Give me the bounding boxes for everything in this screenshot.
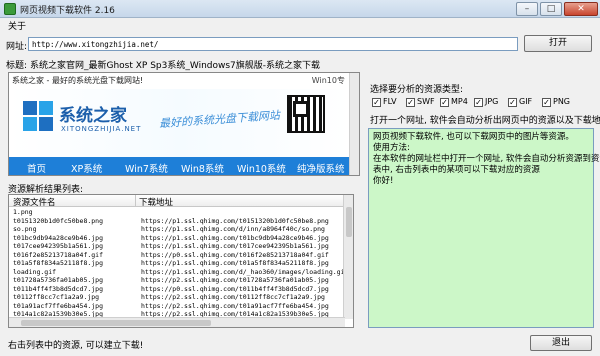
row-filename: t017cee942395b1a561.jpg (13, 242, 104, 250)
site-logo-subtext: XITONGZHIJIA.NET (61, 125, 142, 133)
checkbox-flv[interactable]: ✓ FLV (372, 97, 397, 107)
site-logo-icon (23, 101, 53, 131)
row-filename: t01728a5736fa01ab05.jpg (13, 276, 104, 284)
row-url: https://p2.ssl.qhimg.com/t01728a5736fa01… (141, 276, 329, 284)
close-button[interactable]: ✕ (564, 2, 598, 16)
exit-button[interactable]: 退出 (530, 335, 592, 351)
row-filename: 1.png (13, 208, 33, 216)
table-row[interactable]: t0112ff8cc7cf1a2a9.jpg https://p2.ssl.qhi… (9, 293, 345, 302)
site-navbar: 首页 XP系统 Win7系统 Win8系统 Win10系统 纯净版系统 (9, 157, 351, 175)
window-titlebar: 网页视频下载软件 2.16 – □ ✕ (0, 0, 600, 18)
status-hint: 右击列表中的资源, 可以建立下载! (8, 341, 144, 351)
site-header-text: 系统之家 - 最好的系统光盘下载网站! (12, 76, 144, 85)
site-slogan: 最好的系统光盘下载网站 (158, 108, 281, 131)
col-filename[interactable]: 资源文件名 (13, 196, 56, 208)
row-url: https://p2.ssl.qhimg.com/t0112ff8cc7cf1a… (141, 293, 325, 301)
help-textarea[interactable]: 网页视频下载软件, 也可以下载网页中的图片等资源。 使用方法: 在本软件的网址栏… (368, 128, 600, 328)
results-header: 资源文件名 下载地址 (9, 195, 353, 208)
table-row[interactable]: t01728a5736fa01ab05.jpg https://p2.ssl.qh… (9, 276, 345, 285)
checkbox-swf[interactable]: ✓ SWF (406, 97, 435, 107)
table-row[interactable]: t011b4ff4f3b8d5dcd7.jpg https://p0.ssl.qh… (9, 285, 345, 294)
table-row[interactable]: 1.png (9, 208, 345, 217)
table-row[interactable]: t01a5f8f834a52118f8.jpg https://p1.ssl.qh… (9, 259, 345, 268)
results-rows: 1.png t0151320b1d0fc50be8.png https://p1.s… (9, 208, 345, 328)
row-url: https://p1.ssl.qhimg.com/d/_hao360/image… (141, 267, 345, 276)
site-logo-text: 系统之家 (59, 106, 127, 126)
page-title-value: 系统之家官网_最新Ghost XP Sp3系统_Windows7旗舰版-系统之家… (30, 61, 321, 71)
app-icon (4, 3, 16, 15)
row-url: https://p1.ssl.qhimg.com/t01a5f8f834a521… (141, 259, 329, 267)
site-nav-home[interactable]: 首页 (27, 161, 46, 175)
help-line: 你好! (373, 176, 394, 186)
row-filename: t017a74b9d9f080fde.jpg (13, 327, 99, 328)
results-hscrollbar[interactable] (9, 317, 345, 327)
window-title: 网页视频下载软件 2.16 (20, 6, 115, 16)
table-row[interactable]: t017cee942395b1a561.jpg https://p1.ssl.qh… (9, 242, 345, 251)
help-line: 使用方法: (373, 143, 410, 153)
row-filename: t011b4ff4f3b8d5dcd7.jpg (13, 284, 104, 293)
minimize-button[interactable]: – (516, 2, 538, 16)
row-url: https://p0.ssl.qhimg.com/t016f2e85213718… (141, 250, 329, 259)
checkbox-png[interactable]: ✓ PNG (542, 97, 570, 107)
row-filename: t01bc9db94a28ce9b46.jpg (13, 233, 104, 242)
results-vscrollbar[interactable] (343, 195, 353, 319)
help-line: 表中, 右击列表中的某项可以下载对应的资源 (373, 165, 540, 175)
checkbox-mp4[interactable]: ✓ MP4 (440, 97, 468, 107)
help-line: 网页视频下载软件, 也可以下载网页中的图片等资源。 (373, 132, 574, 142)
status-bar: 右击列表中的资源, 可以建立下载! 退出 (0, 334, 600, 356)
site-banner: 系统之家 XITONGZHIJIA.NET 最好的系统光盘下载网站 (9, 89, 351, 157)
table-row[interactable]: t01bc9db94a28ce9b46.jpg https://p1.ssl.qh… (9, 234, 345, 243)
menu-bar: 关于 (0, 18, 600, 32)
site-nav-win10[interactable]: Win10系统 (237, 161, 286, 175)
table-row[interactable]: loading.gif https://p1.ssl.qhimg.com/d/_h… (9, 268, 345, 277)
row-url: https://p1.ssl.qhimg.com/t0151320b1d0fc5… (141, 216, 329, 225)
site-nav-pure[interactable]: 纯净版系统 (297, 161, 345, 175)
row-filename: loading.gif (13, 267, 57, 276)
table-row[interactable]: t016f2e85213718a04f.gif https://p0.ssl.qh… (9, 251, 345, 260)
row-filename: t0112ff8cc7cf1a2a9.jpg (13, 293, 100, 301)
results-list[interactable]: 资源文件名 下载地址 1.png t0151320b1d0fc50be8.png h… (8, 194, 354, 328)
qr-code-icon (287, 95, 325, 133)
row-url: https://p2.ssl.qhimg.com/t017a74b9d9f080… (141, 327, 325, 328)
url-input[interactable]: http://www.xitongzhijia.net/ (28, 37, 518, 51)
title-label: 标题: (6, 61, 28, 71)
checkbox-jpg[interactable]: ✓ JPG (474, 97, 498, 107)
site-nav-win8[interactable]: Win8系统 (181, 161, 224, 175)
maximize-button[interactable]: □ (540, 2, 562, 16)
types-label: 选择要分析的资源类型: (370, 85, 464, 95)
row-filename: so.png (13, 225, 37, 233)
row-url: https://p2.ssl.qhimg.com/t01a91acf7ffe6b… (141, 301, 329, 310)
row-url: https://p0.ssl.qhimg.com/t011b4ff4f3b8d5… (141, 284, 329, 293)
checkbox-gif[interactable]: ✓ GIF (508, 97, 532, 107)
browser-preview[interactable]: 系统之家 - 最好的系统光盘下载网站! Win10专 系统之家 XITONGZH… (8, 72, 360, 176)
site-nav-xp[interactable]: XP系统 (71, 161, 102, 175)
row-filename: t01a91acf7ffe6ba454.jpg (13, 301, 104, 310)
table-row[interactable]: t01a91acf7ffe6ba454.jpg https://p2.ssl.qh… (9, 302, 345, 311)
menu-about[interactable]: 关于 (8, 19, 26, 32)
hint-text: 打开一个网址, 软件会自动分析出网页中的资源以及下载地址! (370, 116, 600, 126)
row-filename: t01a5f8f834a52118f8.jpg (13, 259, 104, 267)
row-url: https://p1.ssl.qhimg.com/t017cee942395b1… (141, 242, 329, 250)
open-button[interactable]: 打开 (524, 35, 592, 52)
site-header-right: Win10专 (311, 76, 345, 85)
table-row[interactable]: t017a74b9d9f080fde.jpg https://p2.ssl.qhi… (9, 327, 345, 328)
help-line: 在本软件的网址栏中打开一个网址, 软件会自动分析资源到资源列 (373, 154, 600, 164)
col-url[interactable]: 下载地址 (139, 196, 173, 208)
row-url: https://p1.ssl.qhimg.com/d/inn/a8964f40c… (141, 225, 325, 233)
row-filename: t0151320b1d0fc50be8.png (13, 216, 104, 225)
browser-scrollbar[interactable] (349, 73, 359, 175)
table-row[interactable]: so.png https://p1.ssl.qhimg.com/d/inn/a89… (9, 225, 345, 234)
row-url: https://p1.ssl.qhimg.com/t01bc9db94a28ce… (141, 233, 329, 242)
site-nav-win7[interactable]: Win7系统 (125, 161, 168, 175)
row-filename: t016f2e85213718a04f.gif (13, 250, 104, 259)
url-label: 网址: (6, 42, 28, 52)
table-row[interactable]: t0151320b1d0fc50be8.png https://p1.ssl.qh… (9, 217, 345, 226)
